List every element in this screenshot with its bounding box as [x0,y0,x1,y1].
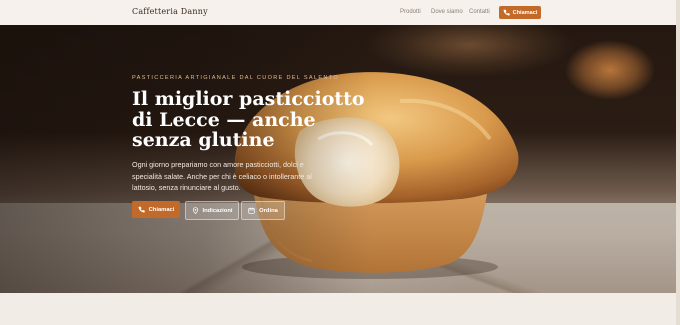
top-navbar: Caffetteria Danny Prodotti Dove siamo Co… [0,0,676,26]
page-scrollbar[interactable] [676,0,680,325]
browser-viewport: Caffetteria Danny Prodotti Dove siamo Co… [0,0,680,325]
hero-section: Pasticceria artigianale dal cuore del Sa… [0,25,676,293]
hero-call-label: Chiamaci [148,206,175,213]
phone-icon [138,206,145,213]
brand-logo-text[interactable]: Caffetteria Danny [132,7,208,16]
hero-headline: Il miglior pasticciotto di Lecce — anche… [132,88,365,151]
hero-eyebrow: Pasticceria artigianale dal cuore del Sa… [132,75,339,81]
hero-description: Ogni giorno prepariamo con amore pasticc… [132,160,312,192]
phone-icon [503,9,510,16]
header-call-button[interactable]: Chiamaci [499,6,541,19]
website: Caffetteria Danny Prodotti Dove siamo Co… [0,0,676,293]
hero-order-button[interactable]: Ordina [241,201,285,220]
hero-directions-label: Indicazioni [202,207,233,214]
hero-call-button[interactable]: Chiamaci [132,201,180,218]
calendar-icon [248,207,255,214]
nav-link-contatti[interactable]: Contatti [469,9,490,15]
hero-text-scrim [0,25,676,293]
hero-directions-button[interactable]: Indicazioni [185,201,239,220]
map-pin-icon [192,207,198,214]
nav-link-prodotti[interactable]: Prodotti [400,9,421,15]
nav-link-dove-siamo[interactable]: Dove siamo [431,9,463,15]
header-call-label: Chiamaci [512,9,538,16]
hero-order-label: Ordina [259,207,278,214]
